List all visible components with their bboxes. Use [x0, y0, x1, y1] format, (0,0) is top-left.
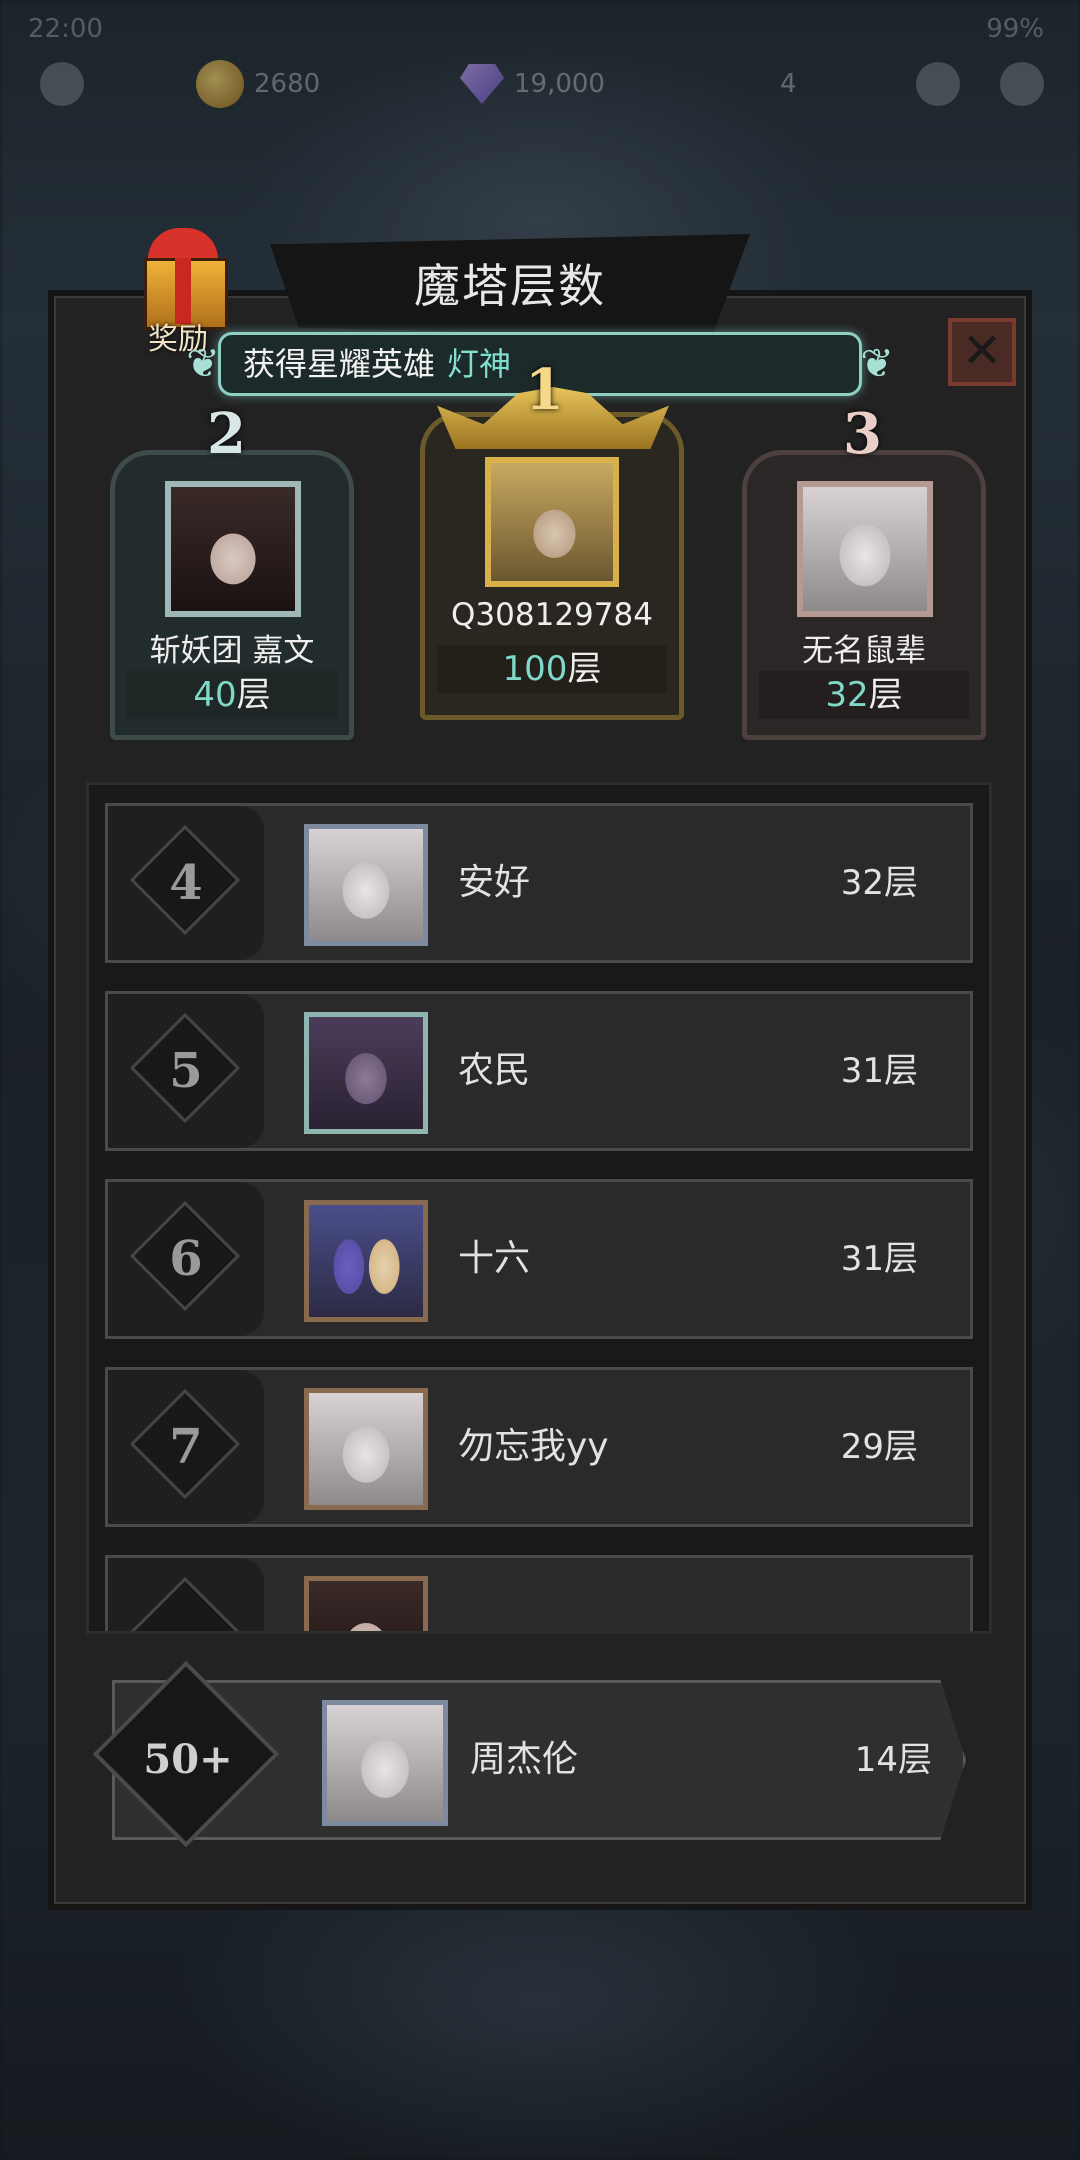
- ranking-row[interactable]: 5 农民 31层: [105, 991, 973, 1151]
- player-name: 勿忘我yy: [458, 1426, 609, 1467]
- avatar[interactable]: [304, 824, 428, 946]
- menu-icon[interactable]: [40, 62, 84, 106]
- reward-gift-button[interactable]: [118, 218, 248, 330]
- rank-badge: 6: [108, 1182, 264, 1336]
- player-floor: 31层: [840, 1239, 918, 1279]
- marquee-hero-name: 灯神: [447, 345, 512, 383]
- ranking-row[interactable]: [105, 1555, 973, 1631]
- my-avatar[interactable]: [322, 1700, 448, 1826]
- rank-badge: 5: [108, 994, 264, 1148]
- podium-floor: 40层: [127, 671, 337, 719]
- podium-rank-2: 2: [207, 401, 246, 467]
- avatar[interactable]: [165, 481, 301, 617]
- avatar[interactable]: [304, 1200, 428, 1322]
- marquee-text: 获得星耀英雄: [243, 345, 436, 383]
- podium-second[interactable]: 2 斩妖团 嘉文 40层: [110, 401, 354, 740]
- coin-value: 2680: [254, 69, 321, 99]
- panel-title: 魔塔层数: [414, 259, 606, 313]
- player-floor: 31层: [840, 1051, 918, 1091]
- gem-icon: [460, 64, 504, 104]
- podium-third[interactable]: 3 无名鼠辈 32层: [742, 401, 986, 740]
- key-value: 4: [780, 69, 797, 99]
- rank-badge: [108, 1558, 264, 1631]
- status-battery: 99%: [986, 14, 1044, 44]
- gem-value: 19,000: [514, 69, 605, 99]
- ranking-row[interactable]: 4 安好 32层: [105, 803, 973, 963]
- player-name: 农民: [458, 1050, 531, 1091]
- rank-badge: 4: [108, 806, 264, 960]
- avatar[interactable]: [304, 1012, 428, 1134]
- podium-first[interactable]: 1 Q308129784 100层: [420, 357, 684, 720]
- player-floor: 32层: [840, 863, 918, 903]
- podium-player-name: 斩妖团 嘉文: [149, 633, 315, 669]
- player-name: 十六: [458, 1238, 531, 1279]
- key-counter: 4: [780, 58, 797, 110]
- my-player-floor: 14层: [854, 1740, 932, 1780]
- my-player-name: 周杰伦: [470, 1739, 579, 1780]
- my-rank: 50+: [143, 1736, 233, 1783]
- podium-rank-3: 3: [843, 401, 882, 467]
- ranking-row[interactable]: 6 十六 31层: [105, 1179, 973, 1339]
- top-bar: 22:00 99% 2680 19,000 4: [0, 0, 1080, 120]
- podium-rank-1: 1: [525, 357, 564, 423]
- avatar[interactable]: [485, 457, 619, 587]
- avatar[interactable]: [797, 481, 933, 617]
- rank-diamond-icon: [129, 1576, 241, 1631]
- podium-floor: 32层: [759, 671, 969, 719]
- rank-badge: 7: [108, 1370, 264, 1524]
- podium-floor: 100层: [437, 645, 667, 693]
- avatar[interactable]: [304, 1388, 428, 1510]
- mail-icon[interactable]: [916, 62, 960, 106]
- avatar[interactable]: [304, 1576, 428, 1631]
- podium-player-name: 无名鼠辈: [802, 633, 926, 669]
- coin-counter: 2680: [196, 58, 320, 110]
- close-icon: ✕: [961, 323, 1003, 379]
- player-floor: 29层: [840, 1427, 918, 1467]
- close-button[interactable]: ✕: [948, 318, 1016, 386]
- settings-icon[interactable]: [1000, 62, 1044, 106]
- ranking-row[interactable]: 7 勿忘我yy 29层: [105, 1367, 973, 1527]
- player-name: 安好: [458, 862, 531, 903]
- coin-icon: [196, 60, 244, 108]
- status-time: 22:00: [28, 14, 103, 44]
- ranking-list[interactable]: 4 安好 32层 5 农民 31层 6 十六 31层 7 勿忘我yy 29层: [86, 782, 992, 1634]
- podium-player-name: Q308129784: [451, 597, 653, 633]
- gem-counter: 19,000: [460, 58, 605, 110]
